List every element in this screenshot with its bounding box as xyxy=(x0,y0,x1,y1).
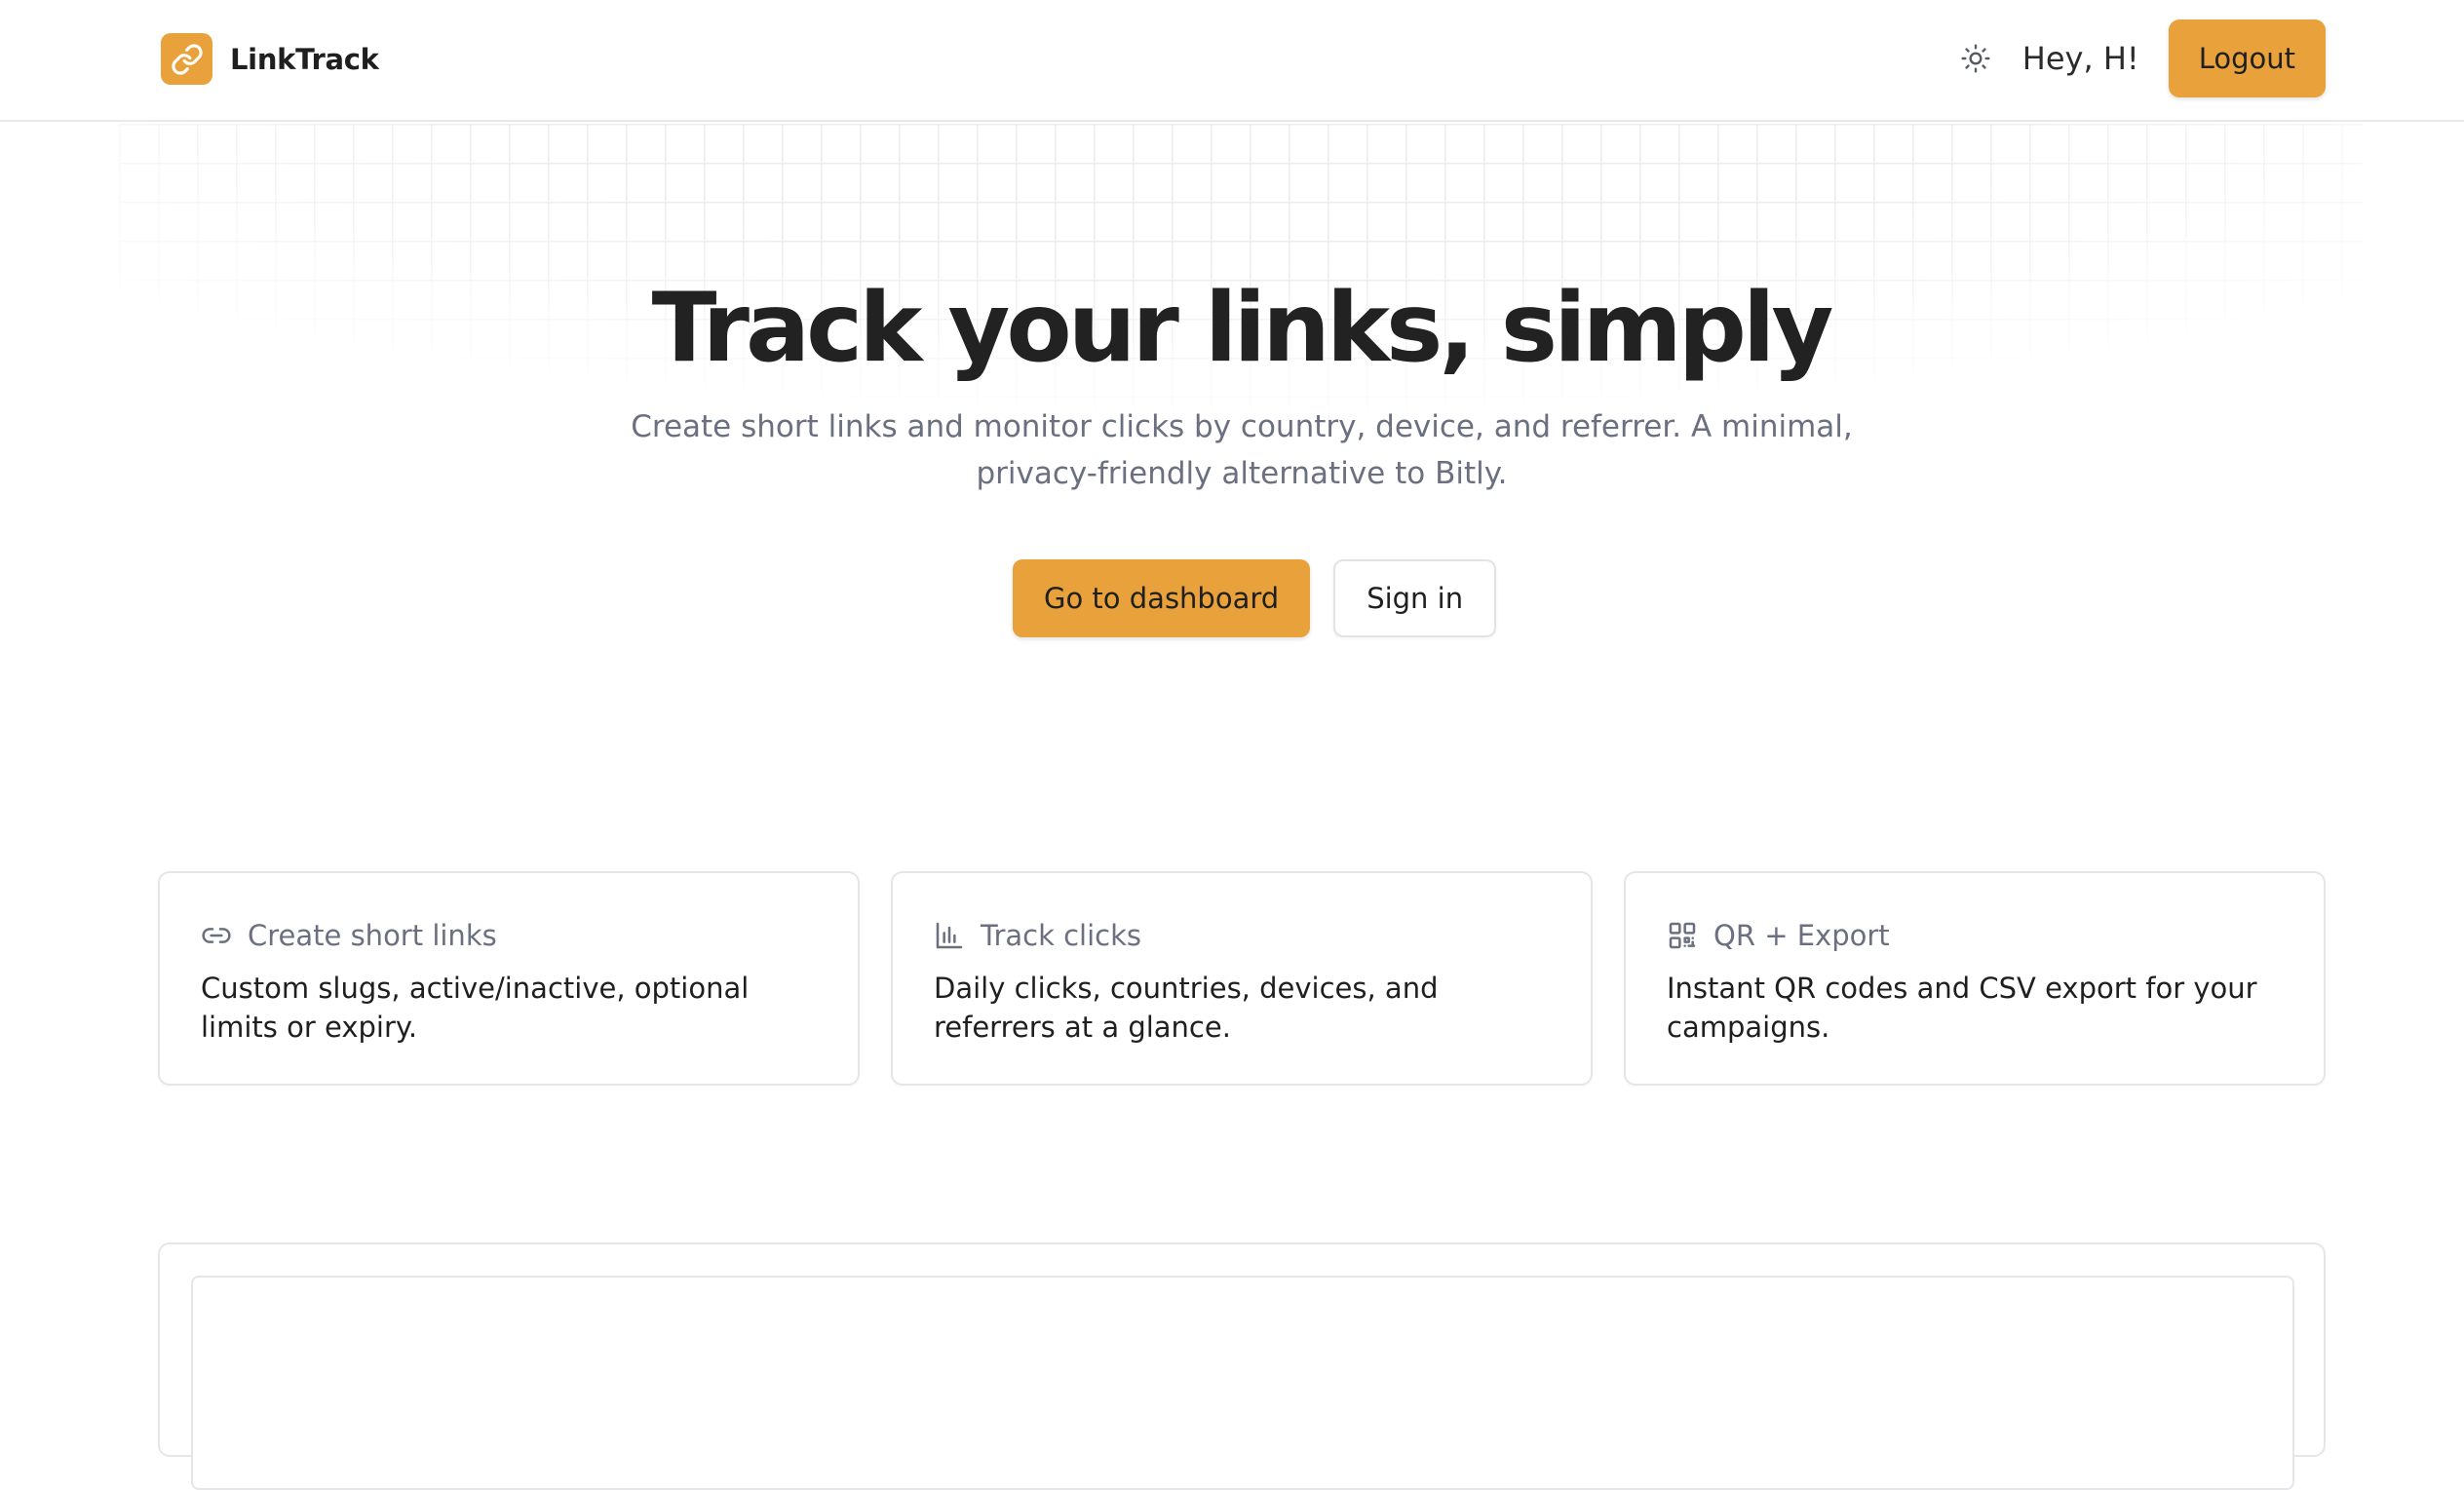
user-greeting: Hey, H! xyxy=(2021,40,2139,77)
feature-description: Instant QR codes and CSV export for your… xyxy=(1667,972,2257,1044)
qr-code-icon xyxy=(1667,920,1698,951)
theme-toggle-button[interactable] xyxy=(1956,39,1995,78)
brand[interactable]: LinkTrack xyxy=(161,33,379,85)
top-navbar: LinkTrack Hey, H! Logout xyxy=(0,0,2464,122)
bar-chart-icon xyxy=(934,920,965,951)
nav-actions: Hey, H! Logout xyxy=(1956,19,2326,97)
feature-card-short-links: Create short links Custom slugs, active/… xyxy=(158,871,860,1086)
logout-button[interactable]: Logout xyxy=(2168,19,2326,97)
feature-card-qr-export: QR + Export Instant QR codes and CSV exp… xyxy=(1624,871,2326,1086)
dashboard-preview-frame xyxy=(191,1276,2294,1490)
feature-description: Custom slugs, active/inactive, optional … xyxy=(201,972,750,1044)
hero-title: Track your links, simply xyxy=(651,273,1834,384)
sign-in-button[interactable]: Sign in xyxy=(1333,559,1497,637)
link-icon xyxy=(161,33,212,85)
feature-title: QR + Export xyxy=(1713,919,1890,952)
feature-description: Daily clicks, countries, devices, and re… xyxy=(934,972,1439,1044)
features-section: Create short links Custom slugs, active/… xyxy=(158,871,2326,1086)
link-icon xyxy=(201,920,232,951)
go-to-dashboard-button[interactable]: Go to dashboard xyxy=(1013,559,1311,637)
sun-icon xyxy=(1961,44,1990,73)
dashboard-preview-panel xyxy=(158,1242,2326,1490)
hero-subtitle: Create short links and monitor clicks by… xyxy=(631,409,1853,491)
feature-title: Track clicks xyxy=(981,919,1142,952)
feature-card-track-clicks: Track clicks Daily clicks, countries, de… xyxy=(891,871,1593,1086)
hero-cta-row: Go to dashboard Sign in xyxy=(1013,559,1497,637)
feature-title: Create short links xyxy=(248,919,497,952)
brand-name: LinkTrack xyxy=(230,42,379,76)
